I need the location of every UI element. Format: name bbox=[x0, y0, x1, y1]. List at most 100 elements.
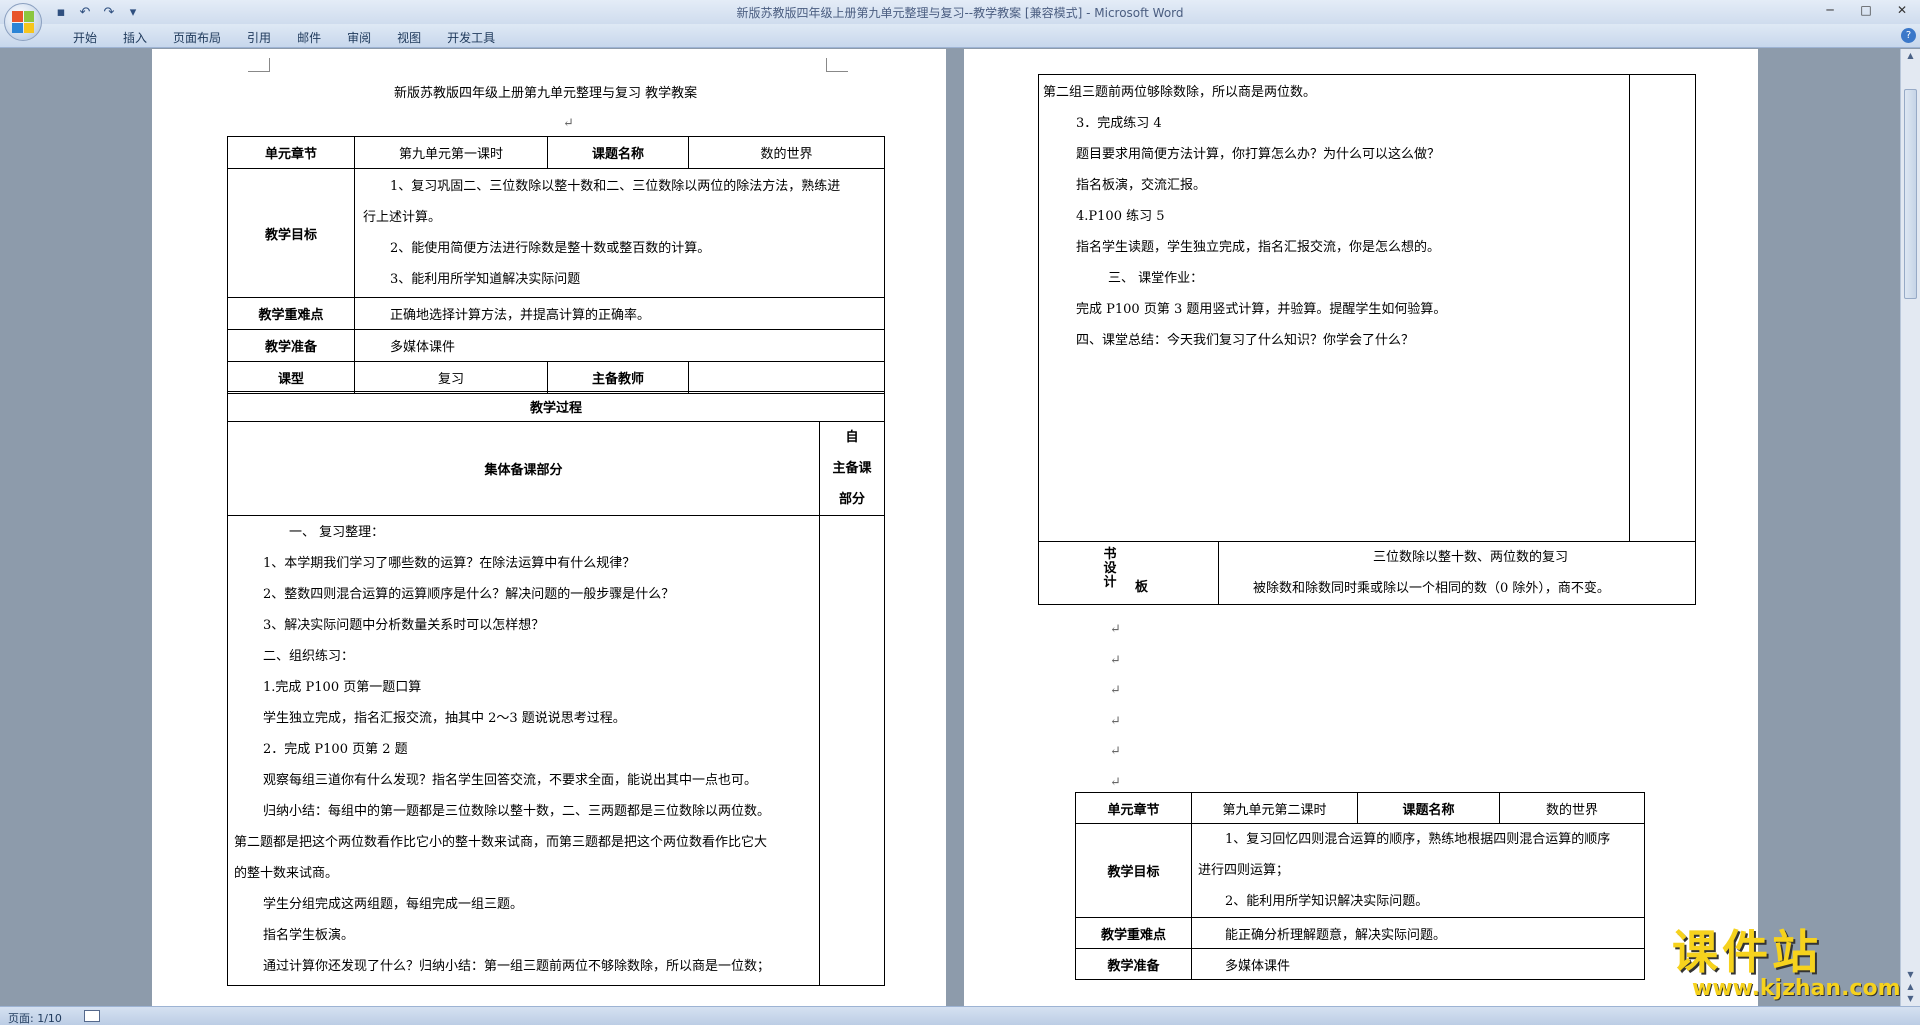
process-line: 四、课堂总结：今天我们复习了什么知识？你学会了什么？ bbox=[1076, 333, 1415, 348]
process-line: 学生独立完成，指名汇报交流，抽其中 2～3 题说说思考过程。 bbox=[263, 711, 626, 726]
self-prep-label-line: 自 bbox=[845, 430, 859, 445]
undo-icon[interactable]: ↶ bbox=[76, 3, 94, 21]
lesson-value: 数的世界 bbox=[1499, 792, 1645, 824]
redo-icon[interactable]: ↷ bbox=[100, 3, 118, 21]
board-design-table: 书设计 板 三位数除以整十数、两位数的复习 被除数和除数同时乘或除以一个相同的数… bbox=[1038, 541, 1696, 605]
process-line: 指名学生板演。 bbox=[263, 928, 355, 943]
office-logo-icon bbox=[12, 11, 34, 33]
tab-page-layout[interactable]: 页面布局 bbox=[160, 29, 234, 46]
tab-view[interactable]: 视图 bbox=[384, 29, 434, 46]
tab-developer[interactable]: 开发工具 bbox=[434, 29, 508, 46]
process-line: 一、 复习整理： bbox=[289, 525, 385, 540]
tab-references[interactable]: 引用 bbox=[234, 29, 284, 46]
unit-value: 第九单元第一课时 bbox=[354, 136, 548, 169]
self-prep-content bbox=[819, 515, 885, 986]
title-bar: 新版苏教版四年级上册第九单元整理与复习--教学教案 [兼容模式] - Micro… bbox=[0, 0, 1920, 24]
prep-value: 多媒体课件 bbox=[1191, 948, 1645, 980]
goal-item: 2、能使用简便方法进行除数是整十数或整百数的计算。 bbox=[390, 241, 711, 256]
customize-qat-icon[interactable]: ▾ bbox=[124, 3, 142, 21]
process-line: 通过计算你还发现了什么？归纳小结：第一组三题前两位不够除数除，所以商是一位数； bbox=[263, 959, 771, 974]
board-line: 被除数和除数同时乘或除以一个相同的数（0 除外），商不变。 bbox=[1253, 581, 1610, 596]
prep-label: 教学准备 bbox=[227, 329, 355, 362]
self-prep-content bbox=[1629, 74, 1696, 542]
key-point-label: 教学重难点 bbox=[1075, 917, 1192, 949]
process-line: 二、组织练习： bbox=[263, 649, 355, 664]
goal-item: 1、复习回忆四则混合运算的顺序，熟练地根据四则混合运算的顺序 bbox=[1225, 832, 1611, 847]
process-line: 第二组三题前两位够除数除，所以商是两位数。 bbox=[1043, 85, 1317, 100]
prep-value: 多媒体课件 bbox=[354, 329, 885, 362]
board-design-label-v: 书设计 bbox=[1103, 547, 1117, 590]
lesson-info-table-2: 单元章节 第九单元第二课时 课题名称 数的世界 教学目标 1、复习回忆四则混合运… bbox=[1075, 792, 1645, 980]
process-line: 的整十数来试商。 bbox=[234, 866, 339, 881]
process-line: 4.P100 练习 5 bbox=[1076, 209, 1165, 224]
board-design-label: 书设计 板 bbox=[1038, 541, 1219, 605]
watermark-title: 课件站 bbox=[1672, 925, 1822, 979]
paragraph-mark: ↵ bbox=[563, 116, 574, 131]
vertical-scrollbar[interactable]: ▲ ▼ ▲ ▼ bbox=[1900, 49, 1920, 1006]
goal-label: 教学目标 bbox=[227, 168, 355, 298]
crop-mark bbox=[826, 58, 848, 72]
tab-insert[interactable]: 插入 bbox=[110, 29, 160, 46]
tab-mailings[interactable]: 邮件 bbox=[284, 29, 334, 46]
lesson-info-table-1: 单元章节 第九单元第一课时 课题名称 数的世界 教学目标 1、复习巩固二、三位数… bbox=[227, 136, 885, 394]
self-prep-label-line: 部分 bbox=[838, 492, 865, 507]
goal-item: 行上述计算。 bbox=[363, 210, 442, 225]
quick-access-toolbar: ▪ ↶ ↷ ▾ bbox=[52, 3, 142, 21]
unit-value: 第九单元第二课时 bbox=[1191, 792, 1358, 824]
unit-label: 单元章节 bbox=[227, 136, 355, 169]
process-line: 1.完成 P100 页第一题口算 bbox=[263, 680, 422, 695]
goal-item: 2、能利用所学知识解决实际问题。 bbox=[1225, 894, 1429, 909]
minimize-button[interactable]: ─ bbox=[1812, 0, 1848, 20]
watermark-url: www.kjzhan.com bbox=[1692, 976, 1901, 1001]
process-continued-content: 第二组三题前两位够除数除，所以商是两位数。 3．完成练习 4 题目要求用简便方法… bbox=[1038, 74, 1630, 542]
process-line: 1、本学期我们学习了哪些数的运算？在除法运算中有什么规律？ bbox=[263, 556, 636, 571]
lesson-label: 课题名称 bbox=[547, 136, 689, 169]
board-design-content: 三位数除以整十数、两位数的复习 被除数和除数同时乘或除以一个相同的数（0 除外）… bbox=[1218, 541, 1696, 605]
help-icon[interactable]: ? bbox=[1901, 28, 1916, 43]
process-continued-table: 第二组三题前两位够除数除，所以商是两位数。 3．完成练习 4 题目要求用简便方法… bbox=[1038, 74, 1696, 542]
collective-label: 集体备课部分 bbox=[227, 421, 820, 516]
goal-list: 1、复习回忆四则混合运算的顺序，熟练地根据四则混合运算的顺序 进行四则运算； 2… bbox=[1191, 823, 1645, 918]
process-label: 教学过程 bbox=[227, 391, 885, 422]
process-line: 指名学生读题，学生独立完成，指名汇报交流，你是怎么想的。 bbox=[1076, 240, 1441, 255]
window-title: 新版苏教版四年级上册第九单元整理与复习--教学教案 [兼容模式] - Micro… bbox=[736, 6, 1184, 20]
key-point-label: 教学重难点 bbox=[227, 297, 355, 330]
page-indicator[interactable]: 页面: 1/10 bbox=[8, 1010, 62, 1025]
close-button[interactable]: ✕ bbox=[1884, 0, 1920, 20]
window-controls: ─ □ ✕ bbox=[1812, 0, 1920, 20]
prep-label: 教学准备 bbox=[1075, 948, 1192, 980]
process-line: 2、整数四则混合运算的运算顺序是什么？解决问题的一般步骤是什么？ bbox=[263, 587, 675, 602]
crop-mark bbox=[248, 58, 270, 72]
process-line: 第二题都是把这个两位数看作比它小的整十数来试商，而第三题都是把这个两位数看作比它… bbox=[234, 835, 768, 850]
process-line: 3、解决实际问题中分析数量关系时可以怎样想？ bbox=[263, 618, 545, 633]
teacher-label: 主备教师 bbox=[547, 361, 689, 394]
key-point-value: 正确地选择计算方法，并提高计算的正确率。 bbox=[354, 297, 885, 330]
process-line: 三、 课堂作业： bbox=[1108, 271, 1204, 286]
lesson-label: 课题名称 bbox=[1357, 792, 1500, 824]
process-line: 观察每组三道你有什么发现？指名学生回答交流，不要求全面，能说出其中一点也可。 bbox=[263, 773, 758, 788]
lesson-type-label: 课型 bbox=[227, 361, 355, 394]
unit-label: 单元章节 bbox=[1075, 792, 1192, 824]
process-line: 学生分组完成这两组题，每组完成一组三题。 bbox=[263, 897, 524, 912]
key-point-value: 能正确分析理解题意，解决实际问题。 bbox=[1191, 917, 1645, 949]
proofing-icon[interactable] bbox=[84, 1010, 100, 1022]
tab-review[interactable]: 审阅 bbox=[334, 29, 384, 46]
process-line: 3．完成练习 4 bbox=[1076, 116, 1162, 131]
tab-home[interactable]: 开始 bbox=[60, 29, 110, 46]
office-button[interactable] bbox=[4, 3, 42, 41]
empty-paragraph-marks: ↵ ↵ ↵ ↵ ↵ ↵ bbox=[1110, 622, 1121, 790]
next-page-icon[interactable]: ▼ bbox=[1904, 994, 1917, 1006]
board-line: 三位数除以整十数、两位数的复习 bbox=[1373, 550, 1569, 565]
goal-label: 教学目标 bbox=[1075, 823, 1192, 918]
goal-item: 3、能利用所学知道解决实际问题 bbox=[390, 272, 581, 287]
scroll-up-icon[interactable]: ▲ bbox=[1904, 51, 1917, 63]
maximize-button[interactable]: □ bbox=[1848, 0, 1884, 20]
scrollbar-thumb[interactable] bbox=[1904, 89, 1917, 299]
goal-item: 进行四则运算； bbox=[1198, 863, 1290, 878]
previous-page-icon[interactable]: ▲ bbox=[1904, 982, 1917, 994]
goal-list: 1、复习巩固二、三位数除以整十数和二、三位数除以两位的除法方法，熟练进 行上述计… bbox=[354, 168, 885, 298]
save-icon[interactable]: ▪ bbox=[52, 3, 70, 21]
process-line: 指名板演，交流汇报。 bbox=[1076, 178, 1207, 193]
ribbon-tabs: 开始 插入 页面布局 引用 邮件 审阅 视图 开发工具 bbox=[60, 29, 508, 46]
scroll-down-icon[interactable]: ▼ bbox=[1904, 970, 1917, 982]
